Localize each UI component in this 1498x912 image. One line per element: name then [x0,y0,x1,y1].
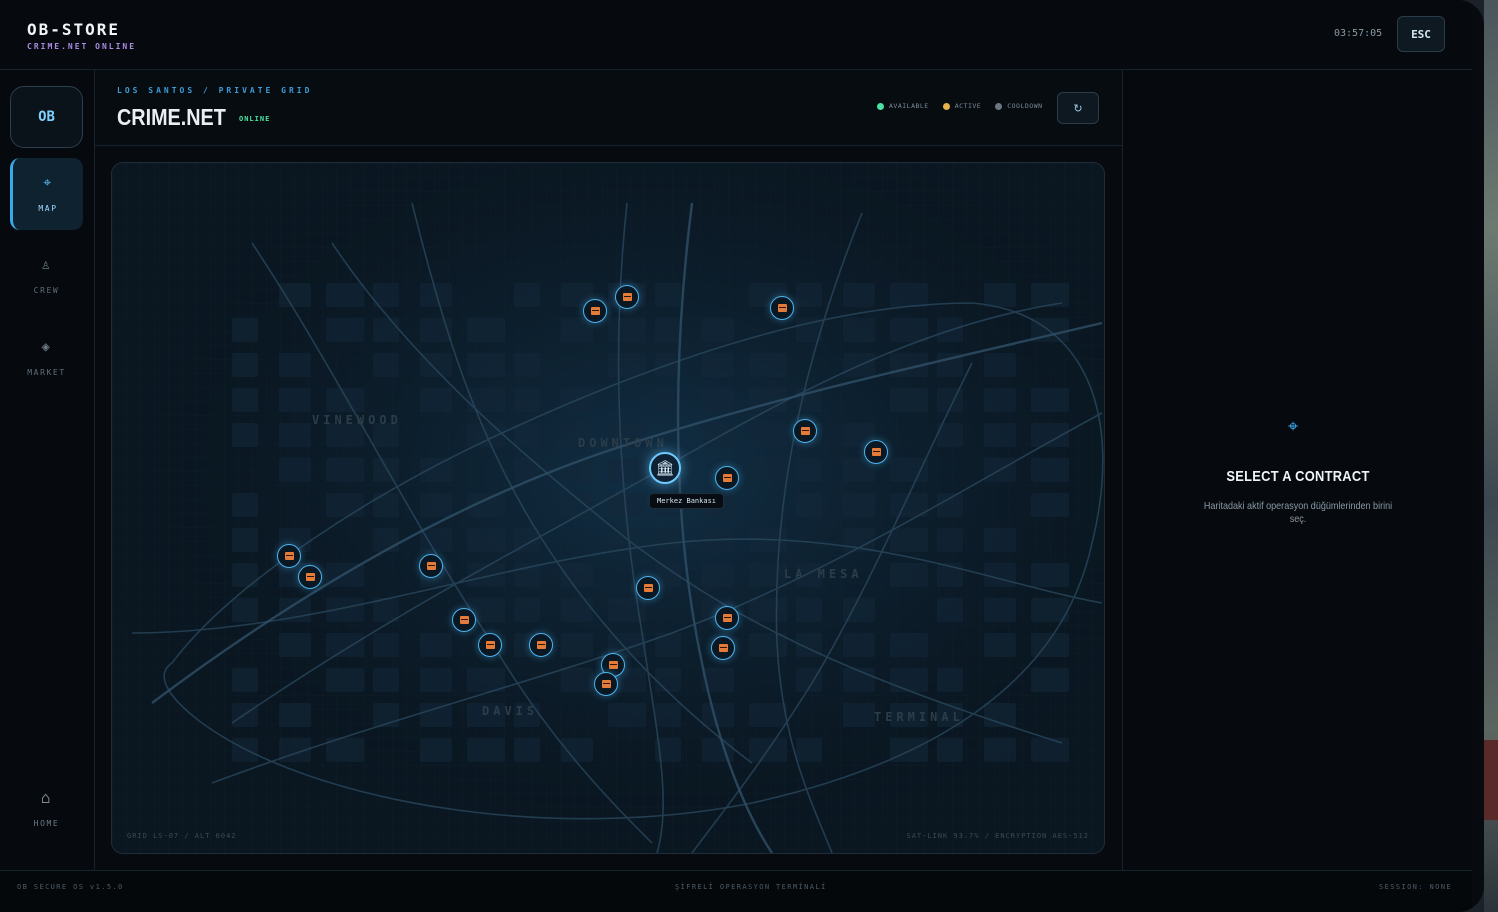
bank-icon: 🏛 [655,460,675,477]
target-icon: ⌖ [1288,416,1299,436]
contract-marker[interactable] [594,672,618,696]
footer: OB SECURE OS v1.5.0 ŞİFRELİ OPERASYON TE… [0,870,1472,912]
contract-marker[interactable] [529,633,553,657]
chest-icon [601,680,611,688]
crime-map[interactable]: VINEWOOD DOWNTOWN LA MESA DAVIS TERMINAL… [111,162,1105,854]
chest-icon [722,614,732,622]
page-header: LOS SANTOS / PRIVATE GRID CRIME.NET ONLI… [95,70,1122,146]
sidebar: OB ⌖ MAP ♙ CREW ◈ MARKET ⌂ HOME [0,70,95,870]
brand-name: OB-STORE [27,20,121,39]
contract-marker[interactable] [419,554,443,578]
chest-icon [722,474,732,482]
bank-marker[interactable]: 🏛 [649,452,681,484]
map-footer-left: GRID LS-07 / ALT 0042 [127,832,237,840]
chest-icon [485,641,495,649]
crosshair-icon: ⌖ [43,174,53,191]
chess-pawn-icon: ♙ [41,256,52,273]
chest-icon [590,307,600,315]
diamond-icon: ◈ [41,338,52,355]
chest-icon [536,641,546,649]
contract-marker[interactable] [298,565,322,589]
legend-available: AVAILABLE [877,102,929,110]
sidebar-item-label: MARKET [27,367,66,377]
contract-panel: ⌖ SELECT A CONTRACT Haritadaki aktif ope… [1122,70,1472,870]
chest-icon [426,562,436,570]
contract-marker[interactable] [715,606,739,630]
contract-marker[interactable] [793,419,817,443]
map-legend: AVAILABLE ACTIVE COOLDOWN [877,102,1043,110]
esc-button[interactable]: ESC [1397,16,1445,52]
refresh-button[interactable]: ↻ [1057,92,1099,124]
contract-marker[interactable] [615,285,639,309]
logo[interactable]: OB [10,86,83,148]
contract-marker[interactable] [711,636,735,660]
sidebar-item-label: HOME [33,819,60,828]
map-footer-right: SAT-LINK 93.7% / ENCRYPTION AES-512 [906,832,1089,840]
sidebar-item-map[interactable]: ⌖ MAP [10,158,83,230]
chest-icon [622,293,632,301]
legend-cooldown: COOLDOWN [995,102,1042,110]
brand-subtitle: CRIME.NET ONLINE [27,42,137,51]
sidebar-item-crew[interactable]: ♙ CREW [10,240,83,312]
refresh-icon: ↻ [1073,102,1083,115]
contract-marker[interactable] [277,544,301,568]
contract-marker[interactable] [478,633,502,657]
chest-icon [608,661,618,669]
chest-icon [718,644,728,652]
chest-icon [305,573,315,581]
breadcrumb: LOS SANTOS / PRIVATE GRID [117,86,313,95]
district-label: VINEWOOD [312,413,402,427]
chest-icon [800,427,810,435]
contract-marker[interactable] [452,608,476,632]
footer-version: OB SECURE OS v1.5.0 [17,883,124,891]
chest-icon [459,616,469,624]
bank-label: Merkez Bankası [649,493,725,509]
district-label: DAVIS [482,704,539,718]
map-background [112,163,1104,853]
footer-center: ŞİFRELİ OPERASYON TERMİNALİ [675,883,827,891]
chest-icon [777,304,787,312]
legend-active: ACTIVE [942,102,981,110]
contract-marker[interactable] [770,296,794,320]
background-edge [1484,0,1498,912]
sidebar-item-label: MAP [38,203,58,213]
sidebar-item-market[interactable]: ◈ MARKET [10,322,83,394]
contract-marker[interactable] [715,466,739,490]
clock: 03:57:05 [1334,28,1383,39]
panel-description: Haritadaki aktif operasyon düğümlerinden… [1203,500,1393,525]
contract-marker[interactable] [636,576,660,600]
home-icon: ⌂ [40,788,53,807]
district-label: DOWNTOWN [578,436,668,450]
page-title: CRIME.NET [117,104,226,130]
footer-session: SESSION: NONE [1379,883,1452,891]
district-label: TERMINAL [874,710,964,724]
sidebar-item-label: CREW [33,285,60,295]
status-badge: ONLINE [239,115,271,123]
district-label: LA MESA [784,567,863,581]
app-window: OB-STORE CRIME.NET ONLINE 03:57:05 ESC O… [0,0,1484,912]
contract-marker[interactable] [583,299,607,323]
contract-marker[interactable] [864,440,888,464]
sidebar-item-home[interactable]: ⌂ HOME [10,788,83,848]
chest-icon [871,448,881,456]
chest-icon [284,552,294,560]
chest-icon [643,584,653,592]
topbar: OB-STORE CRIME.NET ONLINE 03:57:05 ESC [0,0,1472,70]
panel-title: SELECT A CONTRACT [1226,468,1370,485]
